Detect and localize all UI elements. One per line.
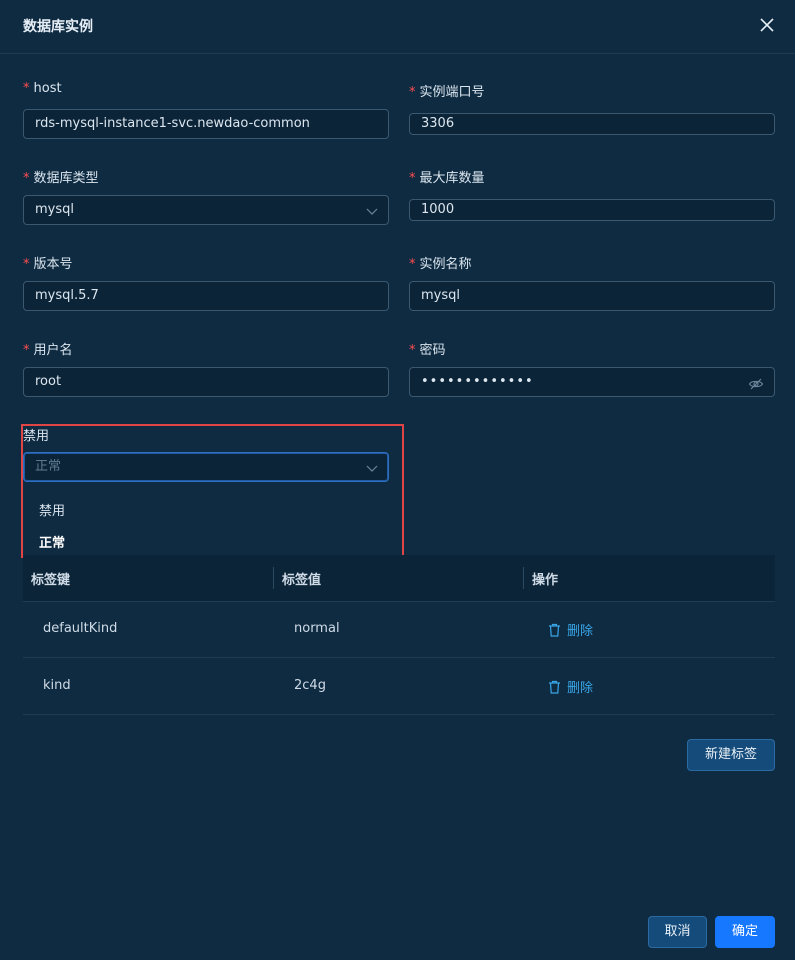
column-header-key: 标签键 — [31, 573, 71, 588]
version-input[interactable]: mysql.5.7 — [23, 281, 389, 311]
tag-value: 2c4g — [294, 678, 326, 693]
password-input[interactable]: ••••••••••••• — [409, 367, 775, 397]
tag-value: normal — [294, 621, 340, 636]
instance-name-label: * 实例名称 — [409, 257, 472, 272]
required-mark: * — [23, 343, 30, 358]
column-divider — [273, 567, 274, 589]
confirm-button[interactable]: 确定 — [715, 916, 775, 948]
chevron-down-icon — [366, 205, 378, 217]
new-tag-button[interactable]: 新建标签 — [687, 739, 775, 771]
port-input[interactable]: 3306 — [409, 113, 775, 135]
close-icon[interactable] — [758, 16, 776, 34]
column-header-action: 操作 — [532, 573, 559, 588]
required-mark: * — [23, 257, 30, 272]
column-header-value: 标签值 — [282, 573, 322, 588]
delete-button[interactable]: 删除 — [548, 620, 593, 639]
password-value: ••••••••••••• — [421, 374, 534, 389]
required-mark: * — [23, 81, 30, 96]
tag-key: kind — [43, 678, 71, 693]
password-label: * 密码 — [409, 343, 446, 358]
max-db-input[interactable]: 1000 — [409, 199, 775, 221]
delete-label: 删除 — [567, 681, 594, 696]
cancel-button[interactable]: 取消 — [648, 916, 707, 948]
dialog-title: 数据库实例 — [23, 19, 93, 35]
highlight-annotation — [21, 424, 404, 558]
trash-icon — [548, 623, 561, 637]
column-divider — [523, 567, 524, 589]
host-input[interactable]: rds-mysql-instance1-svc.newdao-common — [23, 109, 389, 139]
username-input[interactable]: root — [23, 367, 389, 397]
dialog-header: 数据库实例 — [0, 0, 795, 54]
instance-name-input[interactable]: mysql — [409, 281, 775, 311]
table-row: kind 2c4g 删除 — [23, 658, 775, 715]
required-mark: * — [409, 257, 416, 272]
db-type-label: * 数据库类型 — [23, 171, 99, 186]
delete-label: 删除 — [567, 624, 594, 639]
database-instance-dialog: 数据库实例 * host rds-mysql-instance1-svc.newd… — [0, 0, 795, 960]
table-header: 标签键 标签值 操作 — [23, 555, 775, 602]
version-label: * 版本号 — [23, 257, 73, 272]
required-mark: * — [23, 171, 30, 186]
eye-off-icon[interactable] — [748, 375, 764, 391]
username-label: * 用户名 — [23, 343, 73, 358]
max-db-label: * 最大库数量 — [409, 171, 485, 186]
tag-key: defaultKind — [43, 621, 118, 636]
trash-icon — [548, 680, 561, 694]
host-label: * host — [23, 81, 62, 96]
port-label: * 实例端口号 — [409, 85, 485, 100]
db-type-value: mysql — [35, 202, 74, 217]
required-mark: * — [409, 343, 416, 358]
required-mark: * — [409, 85, 416, 100]
required-mark: * — [409, 171, 416, 186]
table-row: defaultKind normal 删除 — [23, 601, 775, 658]
delete-button[interactable]: 删除 — [548, 677, 593, 696]
db-type-select[interactable]: mysql — [23, 195, 389, 225]
